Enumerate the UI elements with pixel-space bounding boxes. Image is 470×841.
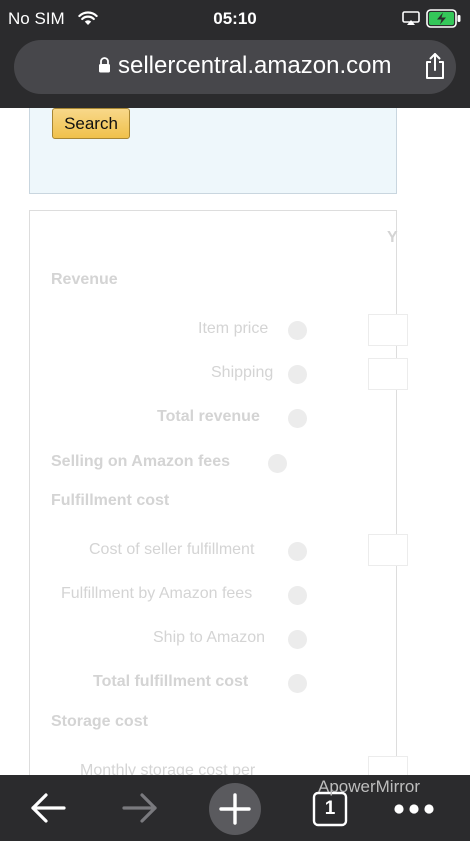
new-tab-plus-icon[interactable] (208, 782, 262, 836)
screen: Search Y Revenue Item price Shipping Tot… (0, 0, 470, 841)
share-icon[interactable] (424, 52, 446, 80)
battery-charging-icon (426, 9, 461, 28)
seller-fulfillment-input[interactable] (368, 534, 408, 566)
address-bar[interactable]: sellercentral.amazon.com (14, 40, 456, 94)
watermark: ApowerMirror (318, 777, 421, 796)
seller-fulfillment-label: Cost of seller fulfillment (89, 541, 255, 558)
status-bar: No SIM 05:10 (0, 0, 470, 36)
item-price-label: Item price (198, 320, 269, 337)
help-icon[interactable] (288, 365, 307, 384)
airplay-icon (402, 11, 420, 25)
ship-to-amazon-label: Ship to Amazon (153, 629, 266, 646)
url-text[interactable]: sellercentral.amazon.com (118, 52, 391, 80)
back-arrow-icon[interactable] (28, 791, 68, 825)
more-dots-icon[interactable] (393, 803, 435, 815)
search-button[interactable]: Search (52, 108, 130, 139)
section-fulfillment-cost: Fulfillment cost (51, 492, 170, 509)
help-icon[interactable] (288, 321, 307, 340)
fba-fees-label: Fulfillment by Amazon fees (61, 585, 253, 602)
item-price-input[interactable] (368, 314, 408, 346)
column-header: Y (387, 229, 398, 246)
section-revenue: Revenue (51, 271, 118, 288)
selling-fees-label: Selling on Amazon fees (51, 453, 230, 470)
help-icon[interactable] (288, 674, 307, 693)
lock-icon (99, 57, 110, 73)
tab-count: 1 (324, 798, 336, 819)
help-icon[interactable] (288, 542, 307, 561)
help-icon[interactable] (288, 586, 307, 605)
total-revenue-label: Total revenue (157, 408, 260, 425)
section-storage-cost: Storage cost (51, 713, 148, 730)
help-icon[interactable] (288, 630, 307, 649)
total-fulfillment-label: Total fulfillment cost (93, 673, 249, 690)
browser-top-bar: No SIM 05:10 sellercentral.amazon.com (0, 0, 470, 108)
shipping-input[interactable] (368, 358, 408, 390)
help-icon[interactable] (288, 409, 307, 428)
help-icon[interactable] (268, 454, 287, 473)
shipping-label: Shipping (211, 364, 274, 381)
forward-arrow-icon[interactable] (120, 791, 160, 825)
clock: 05:10 (213, 9, 257, 28)
